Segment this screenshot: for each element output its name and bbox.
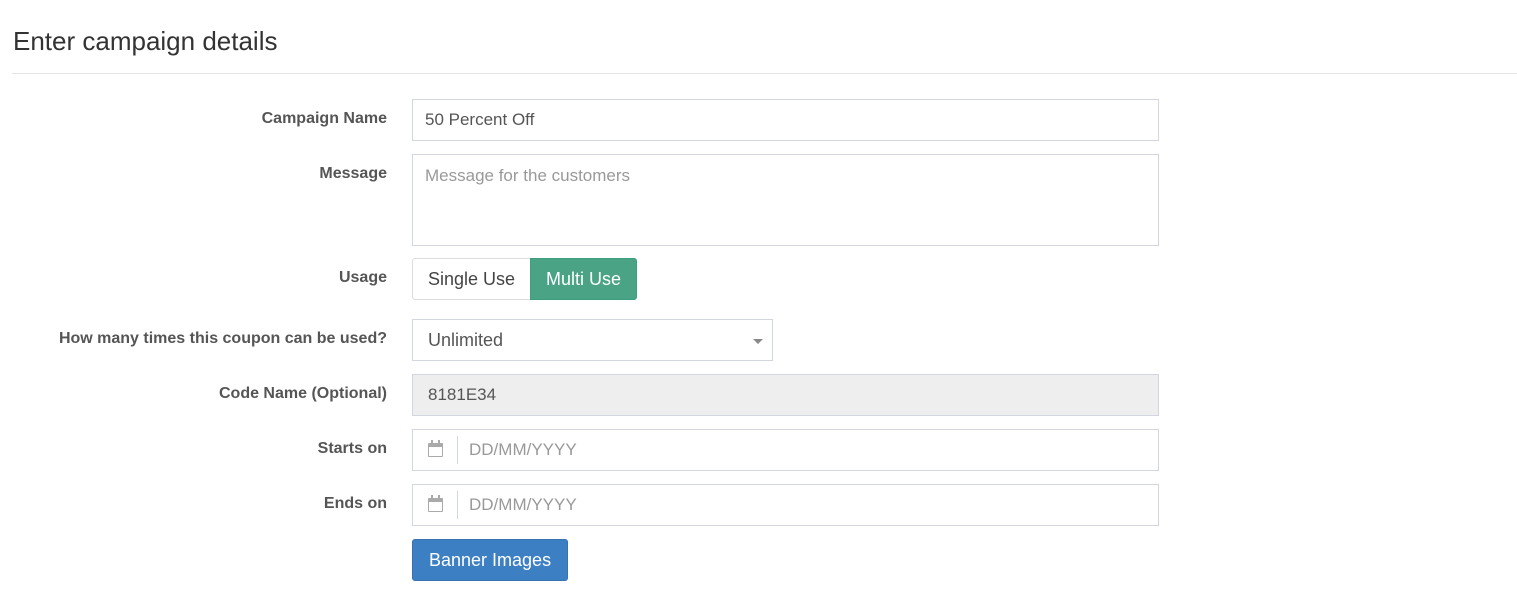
usage-label: Usage: [338, 269, 387, 286]
ends-on-addon: [413, 485, 458, 525]
starts-on-addon: [413, 430, 458, 470]
starts-on-placeholder[interactable]: DD/MM/YYYY: [458, 430, 1158, 470]
message-placeholder: Message for the customers: [425, 166, 631, 185]
message-textarea[interactable]: Message for the customers: [412, 154, 1159, 246]
ends-on-label: Ends on: [323, 495, 387, 512]
page-title: Enter campaign details: [13, 26, 278, 56]
chevron-down-icon: [753, 339, 763, 344]
calendar-icon: [428, 440, 443, 457]
code-name-label: Code Name (Optional): [218, 385, 387, 402]
campaign-name-input[interactable]: 50 Percent Off: [412, 99, 1159, 141]
coupon-uses-label: How many times this coupon can be used?: [58, 330, 387, 347]
campaign-name-label: Campaign Name: [261, 110, 387, 127]
usage-toggle-group: Single Use Multi Use: [412, 258, 638, 300]
campaign-details-page: Enter campaign details Campaign Name 50 …: [0, 0, 1517, 604]
banner-images-button[interactable]: Banner Images: [412, 539, 569, 581]
ends-on-placeholder[interactable]: DD/MM/YYYY: [458, 485, 1158, 525]
code-name-input[interactable]: 8181E34: [412, 374, 1159, 416]
calendar-icon: [428, 495, 443, 512]
coupon-uses-select[interactable]: Unlimited: [412, 319, 773, 361]
coupon-uses-selected-value: Unlimited: [428, 330, 504, 350]
multi-use-button[interactable]: Multi Use: [530, 258, 638, 300]
starts-on-date-input[interactable]: DD/MM/YYYY: [412, 429, 1159, 471]
ends-on-date-input[interactable]: DD/MM/YYYY: [412, 484, 1159, 526]
starts-on-label: Starts on: [317, 440, 387, 457]
title-divider: [12, 73, 1517, 74]
message-label: Message: [319, 165, 387, 182]
single-use-button[interactable]: Single Use: [412, 258, 532, 300]
